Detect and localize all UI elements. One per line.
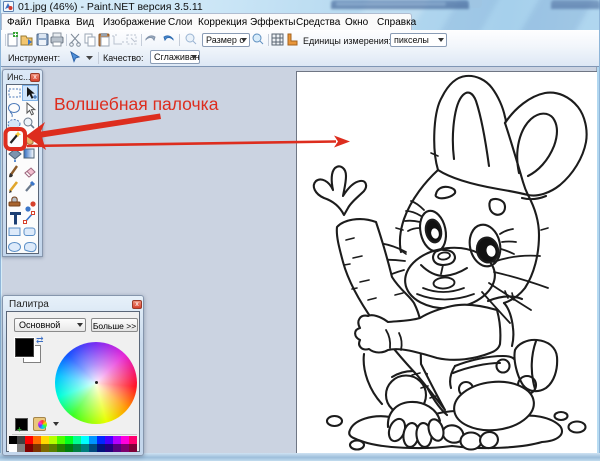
svg-text:Волшебная палочка: Волшебная палочка (54, 94, 219, 114)
